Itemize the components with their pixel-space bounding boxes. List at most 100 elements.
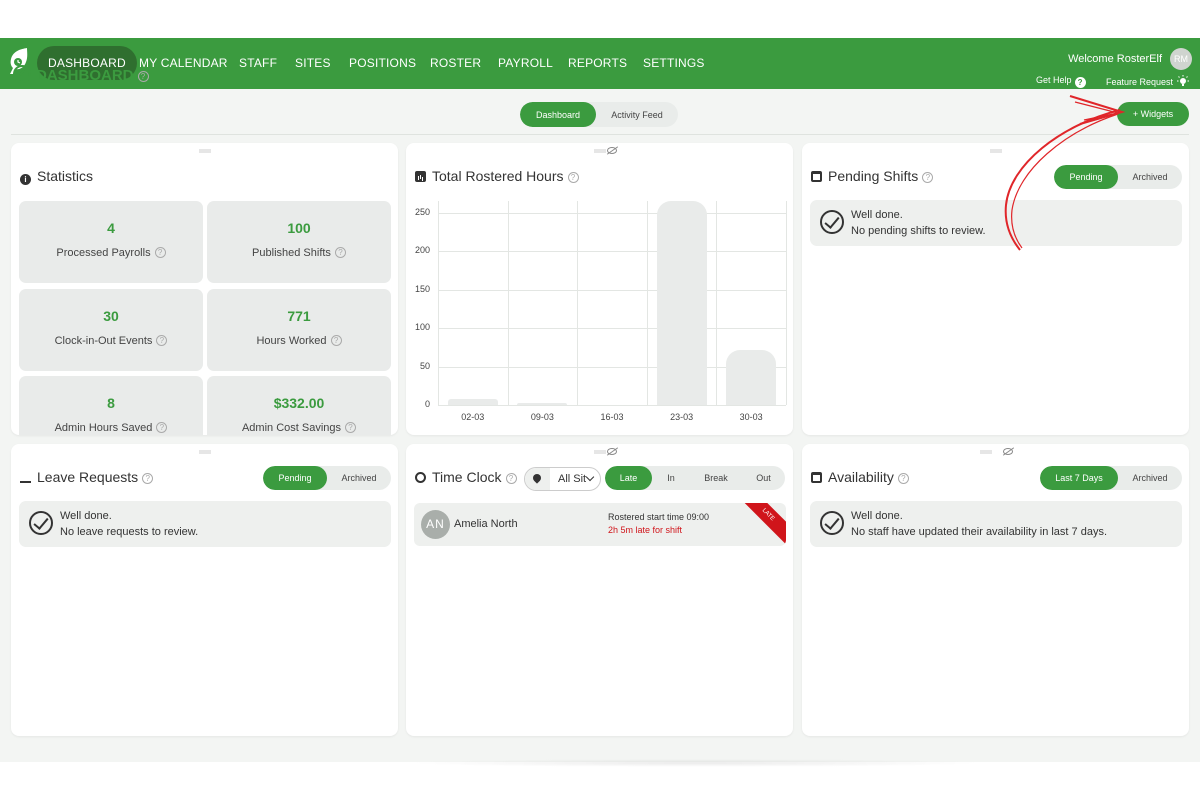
check-circle-icon: [820, 511, 844, 535]
help-icon[interactable]: ?: [154, 247, 166, 258]
tab-last-7-days[interactable]: Last 7 Days: [1040, 466, 1118, 490]
drag-handle-icon[interactable]: [198, 450, 211, 454]
y-tick-label: 150: [414, 283, 430, 294]
add-widgets-button[interactable]: + Widgets: [1117, 102, 1189, 126]
chart-gridline: [716, 201, 718, 405]
nav-settings[interactable]: SETTINGS: [632, 46, 716, 80]
tab-archived[interactable]: Archived: [1118, 165, 1182, 189]
tab-late[interactable]: Late: [605, 466, 652, 490]
time-clock-widget: Time Clock? All Sites Late In Break Out …: [406, 444, 793, 736]
availability-widget: Availability? Last 7 Days Archived Well …: [802, 444, 1189, 736]
nav-sites[interactable]: SITES: [284, 46, 342, 80]
feature-request-link[interactable]: Feature Request: [1106, 75, 1190, 87]
statistics-widget: i Statistics 4 Processed Payrolls? 100 Pu…: [11, 143, 398, 435]
help-icon[interactable]: ?: [137, 71, 149, 82]
stat-value: 4: [107, 220, 115, 236]
stat-processed-payrolls: 4 Processed Payrolls?: [19, 201, 203, 283]
chart-bar-30-03[interactable]: [726, 349, 777, 405]
x-tick-label: 16-03: [600, 412, 624, 422]
drag-handle-icon[interactable]: [979, 450, 992, 454]
stat-label: Processed Payrolls?: [19, 247, 203, 259]
time-clock-title: Time Clock: [432, 469, 502, 485]
stat-published-shifts: 100 Published Shifts?: [207, 201, 391, 283]
chart-bar-02-03[interactable]: [447, 398, 498, 405]
lightbulb-icon: [1176, 75, 1189, 86]
tab-out[interactable]: Out: [742, 466, 785, 490]
tab-pending[interactable]: Pending: [1054, 165, 1118, 189]
help-icon[interactable]: ?: [897, 473, 909, 484]
tab-activity-feed[interactable]: Activity Feed: [596, 102, 678, 127]
drag-handle-icon[interactable]: [989, 149, 1002, 153]
stat-label: Admin Hours Saved?: [19, 422, 203, 434]
rostered-start-time: Rostered start time 09:00: [608, 512, 710, 522]
user-avatar[interactable]: RM: [1170, 48, 1192, 70]
help-icon[interactable]: ?: [156, 335, 168, 346]
tab-archived[interactable]: Archived: [1118, 466, 1182, 490]
location-pin-icon: [531, 472, 543, 484]
chart-gridline: [438, 289, 786, 291]
get-help-link[interactable]: Get Help?: [1036, 75, 1086, 88]
page-title: DASHBOARD?: [13, 65, 149, 84]
nav-payroll[interactable]: PAYROLL: [487, 46, 564, 80]
stat-label: Published Shifts?: [207, 247, 391, 259]
help-icon[interactable]: ?: [922, 172, 934, 183]
list-item[interactable]: AN Amelia North Rostered start time 09:0…: [414, 503, 786, 546]
stat-value: 771: [287, 308, 311, 324]
employee-name: Amelia North: [454, 518, 518, 530]
nav-staff[interactable]: STAFF: [228, 46, 288, 80]
pending-shifts-widget: Pending Shifts? Pending Archived Well do…: [802, 143, 1189, 435]
nav-roster[interactable]: ROSTER: [419, 46, 492, 80]
empty-state-message: No pending shifts to review.: [851, 225, 986, 237]
help-icon[interactable]: ?: [345, 422, 357, 433]
chart-bar-09-03[interactable]: [517, 402, 568, 405]
y-tick-label: 250: [414, 206, 430, 217]
dashboard-gauge-icon: [13, 65, 31, 83]
x-tick-label: 09-03: [530, 412, 554, 422]
hide-eye-icon[interactable]: [1003, 448, 1013, 455]
widget-title: Time Clock?: [415, 469, 517, 485]
empty-state-heading: Well done.: [851, 510, 903, 522]
late-duration: 2h 5m late for shift: [608, 525, 683, 535]
tab-in[interactable]: In: [652, 466, 690, 490]
chart-gridline: [786, 201, 787, 405]
get-help-label: Get Help: [1036, 75, 1072, 85]
y-tick-label: 50: [419, 360, 430, 371]
help-icon[interactable]: ?: [505, 473, 517, 484]
stat-value: 30: [103, 308, 119, 324]
help-icon[interactable]: ?: [142, 473, 154, 484]
stat-label: Hours Worked?: [207, 335, 391, 347]
nav-reports[interactable]: REPORTS: [557, 46, 638, 80]
y-tick-label: 200: [414, 245, 430, 256]
nav-positions[interactable]: POSITIONS: [338, 46, 427, 80]
hide-eye-icon[interactable]: [607, 448, 617, 455]
time-clock-toggle: Late In Break Out: [605, 466, 785, 490]
pending-shifts-toggle: Pending Archived: [1054, 165, 1182, 189]
empty-state: Well done. No leave requests to review.: [19, 501, 391, 547]
stat-value: $332.00: [273, 395, 325, 411]
rostered-hours-chart: 0 50 100 150 200 250 02-03 09-03 16-03 23-03 30-03: [406, 143, 793, 435]
top-nav: DASHBOARD MY CALENDAR STAFF SITES POSITI…: [0, 38, 1200, 89]
help-icon[interactable]: ?: [330, 335, 342, 346]
tab-dashboard[interactable]: Dashboard: [520, 102, 596, 127]
empty-state-message: No staff have updated their availability…: [851, 526, 1108, 538]
app-frame: DASHBOARD MY CALENDAR STAFF SITES POSITI…: [0, 38, 1200, 762]
tab-archived[interactable]: Archived: [327, 466, 391, 490]
info-icon: i: [20, 174, 31, 185]
help-icon[interactable]: ?: [334, 247, 346, 258]
location-pin-box: [525, 468, 550, 490]
x-tick-label: 30-03: [739, 412, 763, 422]
drag-handle-icon[interactable]: [593, 450, 606, 454]
stopwatch-icon: [415, 472, 426, 483]
tab-pending[interactable]: Pending: [263, 466, 327, 490]
stat-label: Admin Cost Savings?: [207, 422, 391, 434]
site-select[interactable]: All Sites: [524, 467, 601, 491]
avatar: AN: [421, 510, 450, 539]
header-divider: [11, 134, 1189, 135]
chart-bar-23-03[interactable]: [656, 201, 707, 405]
bottom-shadow: [405, 759, 985, 767]
chart-gridline: [438, 251, 786, 253]
calendar-clock-icon: [811, 171, 822, 182]
drag-handle-icon[interactable]: [198, 149, 211, 153]
help-icon[interactable]: ?: [156, 422, 168, 433]
tab-break[interactable]: Break: [690, 466, 742, 490]
